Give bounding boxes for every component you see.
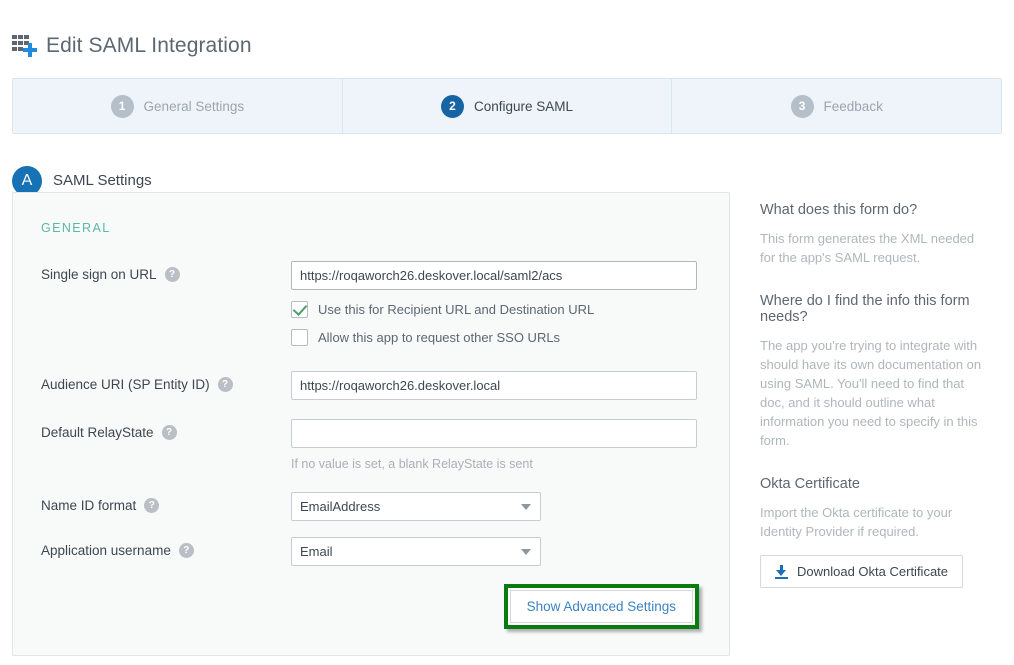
application-username-label-text: Application username [41, 543, 171, 558]
section-title: SAML Settings [53, 172, 152, 189]
audience-uri-input[interactable] [291, 371, 697, 400]
step-label-2: Configure SAML [474, 99, 573, 114]
checkbox-recipient-url[interactable] [291, 301, 308, 318]
audience-uri-label-text: Audience URI (SP Entity ID) [41, 377, 210, 392]
checkbox-row-recipient-url[interactable]: Use this for Recipient URL and Destinati… [291, 301, 707, 318]
checkbox-label-recipient-url: Use this for Recipient URL and Destinati… [318, 302, 594, 317]
label-relay-state: Default RelayState ? [41, 419, 291, 440]
label-application-username: Application username ? [41, 537, 291, 558]
field-row-relay-state: Default RelayState ? If no value is set,… [41, 419, 707, 471]
name-id-format-value: EmailAddress [300, 499, 380, 514]
step-label-3: Feedback [824, 99, 883, 114]
field-row-name-id-format: Name ID format ? EmailAddress [41, 492, 707, 521]
chevron-down-icon [521, 549, 531, 555]
advanced-settings-area: Show Advanced Settings [41, 584, 707, 629]
field-group-relay-state: If no value is set, a blank RelayState i… [291, 419, 707, 471]
application-username-select[interactable]: Email [291, 537, 541, 566]
page-header: Edit SAML Integration [0, 0, 1014, 70]
saml-settings-page: Edit SAML Integration 1 General Settings… [0, 0, 1014, 665]
download-okta-certificate-button[interactable]: Download Okta Certificate [760, 555, 963, 588]
label-name-id-format: Name ID format ? [41, 492, 291, 513]
field-group-audience-uri [291, 371, 707, 400]
help-title-where-find-info: Where do I find the info this form needs… [760, 293, 986, 325]
page-body: GENERAL Single sign on URL ? Use this fo… [0, 192, 1014, 656]
help-panel: What does this form do? This form genera… [730, 192, 1000, 656]
field-group-sso-url: Use this for Recipient URL and Destinati… [291, 261, 707, 346]
saml-settings-form: GENERAL Single sign on URL ? Use this fo… [12, 192, 730, 656]
help-title-what-form-does: What does this form do? [760, 202, 986, 218]
show-advanced-settings-button[interactable]: Show Advanced Settings [510, 590, 693, 623]
checkbox-row-other-sso-urls[interactable]: Allow this app to request other SSO URLs [291, 329, 707, 346]
page-title: Edit SAML Integration [46, 34, 252, 58]
help-icon-name-id-format[interactable]: ? [144, 498, 159, 513]
step-label-1: General Settings [144, 99, 245, 114]
application-username-value: Email [300, 544, 333, 559]
sso-url-input[interactable] [291, 261, 697, 290]
relay-state-label-text: Default RelayState [41, 425, 154, 440]
step-number-2: 2 [441, 95, 464, 118]
download-icon [775, 565, 788, 579]
wizard-stepper: 1 General Settings 2 Configure SAML 3 Fe… [12, 78, 1002, 134]
help-icon-application-username[interactable]: ? [179, 543, 194, 558]
name-id-format-select[interactable]: EmailAddress [291, 492, 541, 521]
step-number-3: 3 [791, 95, 814, 118]
download-button-label: Download Okta Certificate [797, 564, 948, 579]
name-id-format-label-text: Name ID format [41, 498, 136, 513]
help-icon-sso-url[interactable]: ? [165, 267, 180, 282]
field-group-name-id-format: EmailAddress [291, 492, 707, 521]
help-body-what-form-does: This form generates the XML needed for t… [760, 229, 986, 267]
help-body-where-find-info: The app you're trying to integrate with … [760, 336, 986, 450]
field-group-application-username: Email [291, 537, 707, 566]
highlight-box: Show Advanced Settings [504, 584, 699, 629]
help-icon-audience-uri[interactable]: ? [218, 377, 233, 392]
chevron-down-icon [521, 504, 531, 510]
relay-state-input[interactable] [291, 419, 697, 448]
step-number-1: 1 [111, 95, 134, 118]
field-row-audience-uri: Audience URI (SP Entity ID) ? [41, 371, 707, 400]
label-audience-uri: Audience URI (SP Entity ID) ? [41, 371, 291, 392]
hint-relay-state: If no value is set, a blank RelayState i… [291, 457, 707, 471]
section-badge: A [12, 166, 42, 196]
step-general-settings[interactable]: 1 General Settings [13, 79, 343, 133]
group-label-general: GENERAL [41, 221, 707, 235]
help-title-okta-certificate: Okta Certificate [760, 476, 986, 492]
field-row-application-username: Application username ? Email [41, 537, 707, 566]
checkbox-other-sso-urls[interactable] [291, 329, 308, 346]
help-body-okta-certificate: Import the Okta certificate to your Iden… [760, 503, 986, 541]
section-header: A SAML Settings [0, 134, 1014, 192]
label-sso-url: Single sign on URL ? [41, 261, 291, 282]
step-configure-saml[interactable]: 2 Configure SAML [343, 79, 673, 133]
checkbox-label-other-sso-urls: Allow this app to request other SSO URLs [318, 330, 560, 345]
sso-url-label-text: Single sign on URL [41, 267, 157, 282]
help-icon-relay-state[interactable]: ? [162, 425, 177, 440]
grid-plus-icon [12, 33, 40, 59]
step-feedback[interactable]: 3 Feedback [672, 79, 1001, 133]
field-row-sso-url: Single sign on URL ? Use this for Recipi… [41, 261, 707, 346]
